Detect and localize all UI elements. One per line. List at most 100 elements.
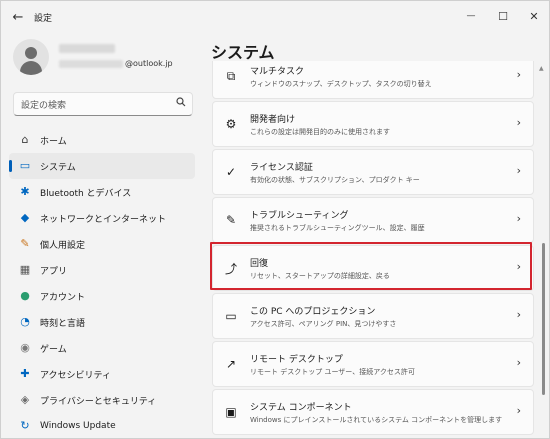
settings-item[interactable]: ▭ この PC へのプロジェクション アクセス許可、ペアリング PIN、見つけやすさ… [212, 293, 534, 339]
system-icon: ▭ [19, 159, 31, 172]
sidebar-item-label: 個人用設定 [40, 240, 86, 251]
settings-item-title: 回復 [250, 259, 269, 269]
maximize-button[interactable]: ☐ [488, 5, 518, 27]
chevron-right-icon: › [516, 356, 521, 369]
settings-item[interactable]: ✎ トラブルシューティング推奨されるトラブルシューティングツール、設定、履歴 › [212, 197, 534, 243]
scrollbar[interactable]: ▲ [539, 65, 545, 438]
wifi-icon: ◆ [20, 211, 30, 224]
account-icon: ● [20, 289, 30, 302]
profile-email-domain: @outlook.jp [125, 59, 173, 68]
title-bar: ← 設定 — ☐ ✕ [1, 1, 549, 33]
globe-clock-icon: ◔ [20, 315, 30, 328]
settings-item[interactable]: ⧉ マルチタスク ウィンドウのスナップ、デスクトップ、タスクの切り替え › [212, 61, 534, 99]
settings-item-title: リモート デスクトップ [250, 355, 343, 365]
settings-item-description: 有効化の状態、サブスクリプション、プロダクト キー [250, 176, 420, 184]
back-arrow-icon: ← [12, 9, 24, 25]
minimize-icon: — [466, 11, 476, 21]
projection-icon: ▭ [225, 309, 237, 323]
search-input[interactable]: 設定の検索 [13, 92, 193, 116]
sidebar-item[interactable]: ◆ ネットワークとインターネット [9, 205, 195, 231]
profile-name-blurred [59, 44, 115, 53]
chevron-right-icon: › [516, 260, 521, 273]
chevron-right-icon: › [516, 68, 521, 81]
settings-item-title: 開発者向け [250, 115, 296, 125]
sidebar-item-label: Windows Update [40, 421, 116, 431]
chevron-right-icon: › [516, 212, 521, 225]
minimize-button[interactable]: — [456, 5, 486, 27]
settings-item-description: リモート デスクトップ ユーザー、接続アクセス許可 [250, 368, 415, 376]
activation-icon: ✓ [225, 165, 237, 179]
accessibility-icon: ✚ [20, 367, 30, 380]
settings-item-description: 推奨されるトラブルシューティングツール、設定、履歴 [250, 224, 425, 232]
close-button[interactable]: ✕ [519, 5, 549, 27]
sidebar-item[interactable]: ◈ プライバシーとセキュリティ [9, 387, 195, 413]
avatar-head [25, 47, 37, 59]
sidebar-item-label: アカウント [40, 292, 86, 303]
bluetooth-icon: ✱ [20, 185, 30, 198]
chevron-right-icon: › [516, 308, 521, 321]
sidebar-item-label: アクセシビリティ [40, 370, 112, 381]
settings-item-title: マルチタスク [250, 67, 305, 77]
sidebar-item-label: アプリ [40, 266, 68, 277]
avatar[interactable] [13, 39, 49, 75]
sidebar-item-label: システム [40, 162, 76, 173]
recovery-icon: ⤴ [224, 261, 237, 276]
search-icon [176, 97, 186, 110]
chevron-right-icon: › [516, 404, 521, 417]
developer-icon: ⚙ [225, 117, 237, 131]
settings-item[interactable]: ✓ ライセンス認証有効化の状態、サブスクリプション、プロダクト キー › [212, 149, 534, 195]
maximize-icon: ☐ [498, 9, 508, 23]
settings-item-description: Windows にプレインストールされているシステム コンポーネントを管理します [250, 416, 503, 424]
components-icon: ▣ [225, 405, 237, 419]
settings-item[interactable]: ▣ システム コンポーネント Windows にプレインストールされているシステム … [212, 389, 534, 435]
remote-desktop-icon: ↗ [225, 357, 237, 371]
settings-item-title: トラブルシューティング [250, 211, 349, 221]
settings-item-description: リセット、スタートアップの詳細設定、戻る [250, 272, 390, 280]
settings-item[interactable]: ↗ リモート デスクトップリモート デスクトップ ユーザー、接続アクセス許可 › [212, 341, 534, 387]
chevron-right-icon: › [516, 164, 521, 177]
settings-item-title: システム コンポーネント [250, 403, 352, 413]
sidebar-item[interactable]: ▦ アプリ [9, 257, 195, 283]
profile-email-blurred [59, 60, 123, 68]
settings-window: ← 設定 — ☐ ✕ @outlook.jp 設定の検索 ⌂ ホーム ▭ システム ✱ B… [0, 0, 550, 439]
gamepad-icon: ◉ [20, 341, 30, 354]
brush-icon: ✎ [20, 237, 30, 250]
scroll-thumb[interactable] [542, 243, 545, 395]
apps-icon: ▦ [19, 263, 31, 276]
sidebar-item-label: Bluetooth とデバイス [40, 188, 132, 199]
selected-indicator [9, 160, 12, 172]
sidebar-item-label: ゲーム [40, 344, 67, 355]
settings-item[interactable]: ⚙ 開発者向けこれらの設定は開発目的のみに使用されます › [212, 101, 534, 147]
sidebar-item-label: ホーム [40, 136, 67, 147]
settings-list: ⧉ マルチタスク ウィンドウのスナップ、デスクトップ、タスクの切り替え › ⚙ 開発者向け… [212, 61, 534, 438]
settings-item-description: これらの設定は開発目的のみに使用されます [250, 128, 390, 136]
back-button[interactable]: ← [9, 8, 27, 26]
sidebar-item-label: プライバシーとセキュリティ [40, 396, 157, 407]
avatar-body [20, 61, 42, 75]
sidebar-item-label: 時刻と言語 [40, 318, 86, 329]
scroll-up-icon[interactable]: ▲ [539, 65, 544, 72]
settings-item-title: この PC へのプロジェクション [250, 307, 376, 317]
sidebar-item[interactable]: ✚ アクセシビリティ [9, 361, 195, 387]
sidebar-item[interactable]: ◉ ゲーム [9, 335, 195, 361]
sidebar-item[interactable]: ✎ 個人用設定 [9, 231, 195, 257]
sidebar-item[interactable]: ↻ Windows Update [9, 413, 195, 438]
sidebar-item[interactable]: ◔ 時刻と言語 [9, 309, 195, 335]
search-placeholder: 設定の検索 [21, 101, 67, 111]
settings-item-description: ウィンドウのスナップ、デスクトップ、タスクの切り替え [250, 80, 432, 88]
sidebar-nav: ⌂ ホーム ▭ システム ✱ Bluetooth とデバイス ◆ ネットワークとインターネット… [9, 127, 195, 438]
sidebar-item[interactable]: ● アカウント [9, 283, 195, 309]
sidebar-item[interactable]: ✱ Bluetooth とデバイス [9, 179, 195, 205]
wrench-icon: ✎ [225, 213, 237, 227]
chevron-right-icon: › [516, 116, 521, 129]
update-icon: ↻ [20, 419, 30, 432]
close-icon: ✕ [529, 9, 539, 23]
sidebar-item[interactable]: ▭ システム [9, 153, 195, 179]
home-icon: ⌂ [21, 133, 29, 146]
settings-item-title: ライセンス認証 [250, 163, 313, 173]
shield-icon: ◈ [20, 393, 30, 406]
sidebar-item[interactable]: ⌂ ホーム [9, 127, 195, 153]
page-title: システム [211, 43, 275, 62]
app-title: 設定 [34, 14, 53, 24]
settings-item[interactable]: ⤴ 回復リセット、スタートアップの詳細設定、戻る › [212, 245, 534, 291]
